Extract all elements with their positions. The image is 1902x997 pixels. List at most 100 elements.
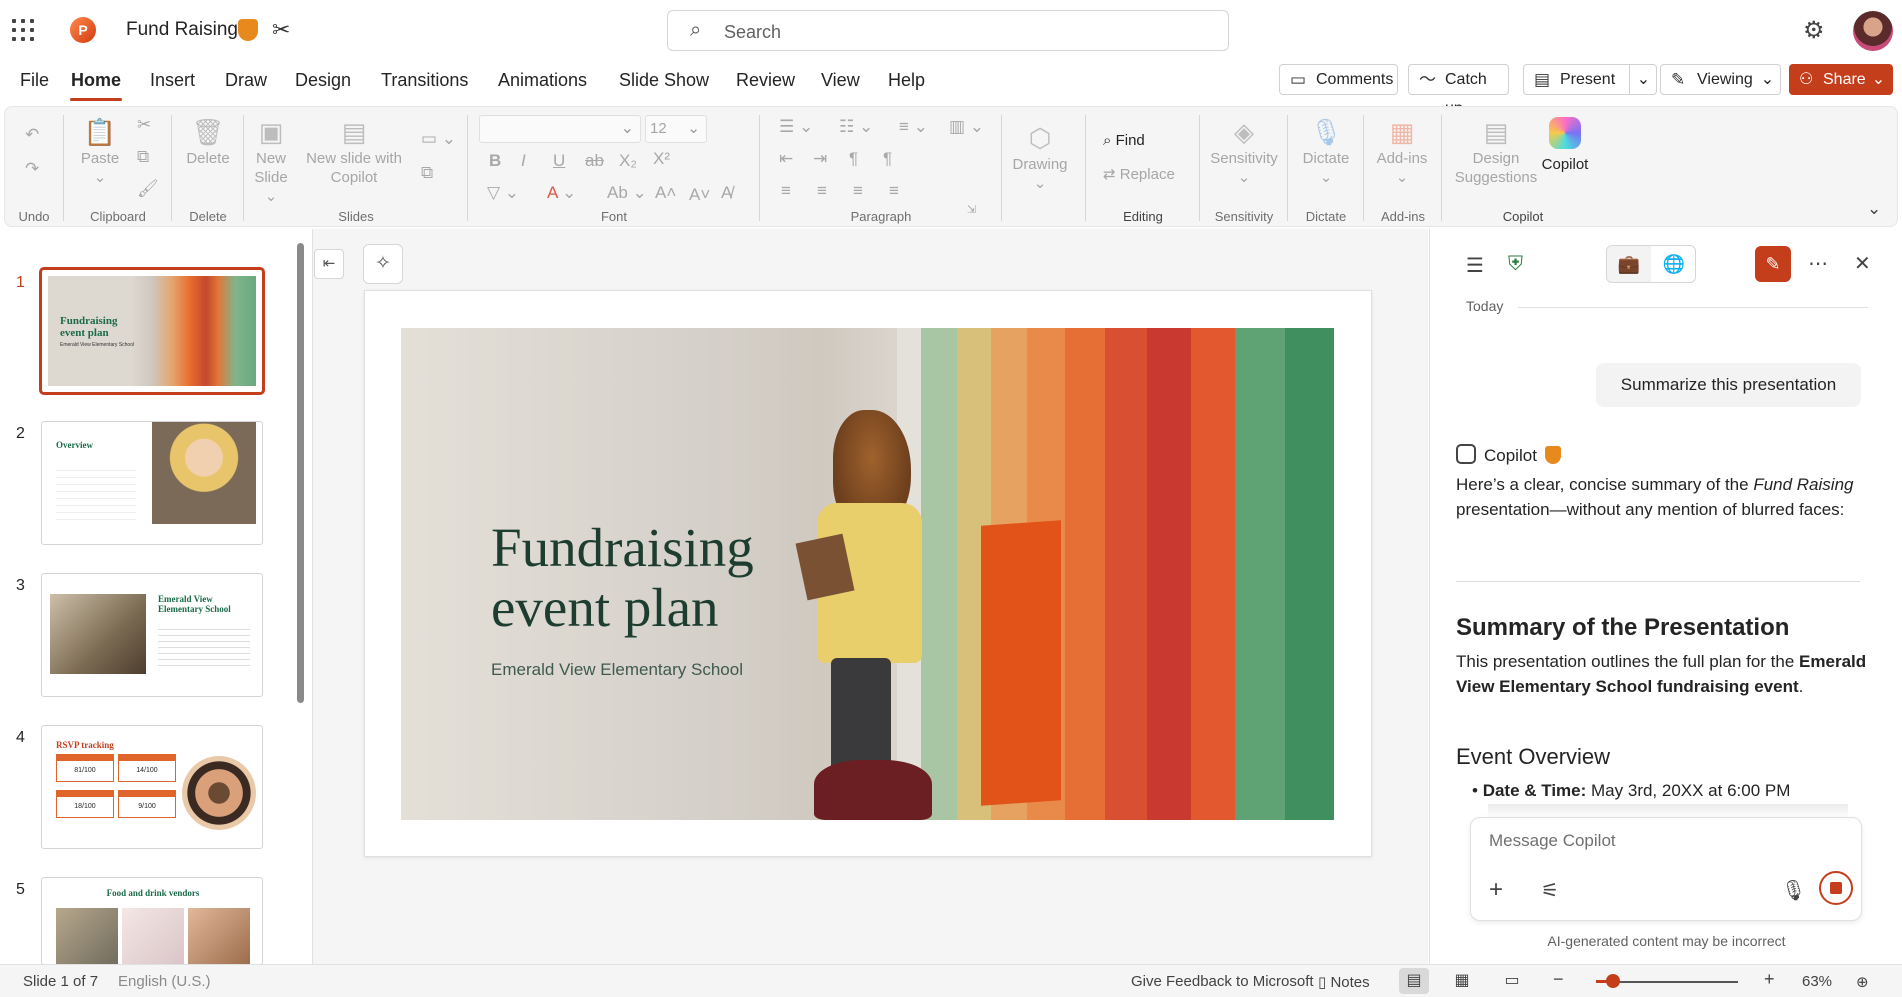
add-icon[interactable]: +	[1489, 876, 1503, 904]
undo-icon[interactable]: ↶	[25, 125, 39, 145]
zoom-slider-handle[interactable]	[1606, 974, 1620, 988]
shield-check-icon[interactable]: ⛨	[1508, 253, 1523, 276]
tab-view[interactable]: View	[821, 70, 860, 91]
current-slide[interactable]: Fundraising event plan Emerald View Elem…	[364, 290, 1372, 857]
comment-icon: ▭	[1290, 70, 1307, 89]
dictate-group: Dictate	[1289, 107, 1363, 228]
tab-insert[interactable]: Insert	[150, 70, 195, 91]
tab-help[interactable]: Help	[888, 70, 925, 91]
title-bar: P Fund Raising ✂ ⌕ Search ⚙	[0, 0, 1902, 62]
tab-review[interactable]: Review	[736, 70, 795, 91]
tab-home[interactable]: Home	[71, 70, 121, 91]
ribbon-collapse-chevron-icon[interactable]: ⌄	[1867, 199, 1881, 219]
chevron-down-icon: ⌄	[93, 169, 107, 186]
thumbnail-scrollbar[interactable]	[297, 243, 304, 703]
stop-generating-icon[interactable]	[1819, 871, 1853, 905]
tab-slide-show[interactable]: Slide Show	[619, 70, 709, 91]
present-button[interactable]: ▤ Present ⌄	[1523, 64, 1657, 95]
divider	[1456, 581, 1860, 582]
comments-button[interactable]: ▭ Comments	[1279, 64, 1398, 95]
drawing-button[interactable]: ⬡ Drawing ⌄	[1009, 121, 1071, 193]
fit-to-window-icon[interactable]: ⊕	[1856, 973, 1869, 991]
copy-icon[interactable]: ⧉	[137, 147, 149, 167]
layout-icon[interactable]: ▭ ⌄	[421, 129, 456, 149]
divider	[1363, 115, 1364, 221]
thumbnail-photo	[188, 908, 250, 964]
intro-emphasis: Fund Raising	[1753, 475, 1854, 494]
slide-subtitle[interactable]: Emerald View Elementary School	[491, 660, 743, 680]
divider	[1085, 115, 1086, 221]
divider	[1001, 115, 1002, 221]
more-options-icon[interactable]: ⋯	[1808, 251, 1828, 276]
zoom-out-icon[interactable]: −	[1553, 969, 1564, 990]
microphone-icon[interactable]: 🎙	[1781, 878, 1806, 903]
copilot-icon	[1456, 444, 1476, 464]
shapes-icon: ⬡	[1028, 123, 1052, 153]
chevron-down-icon[interactable]: ⌄	[1629, 65, 1657, 94]
viewing-mode-button[interactable]: ✎ Viewing ⌄	[1660, 64, 1781, 95]
thumbnail-title: Food and drink vendors	[106, 888, 200, 898]
tab-file[interactable]: File	[20, 70, 49, 91]
editing-group-label: Editing	[1123, 209, 1163, 224]
menu-icon[interactable]: ☰	[1466, 253, 1484, 278]
chevron-down-icon: ⌄	[1871, 71, 1886, 88]
thumbnail-slide-5[interactable]: Food and drink vendors	[41, 877, 263, 965]
tools-icon[interactable]: ✂	[272, 17, 290, 43]
tab-transitions[interactable]: Transitions	[381, 70, 468, 91]
new-slide-button[interactable]: ▣ New Slide ⌄	[249, 115, 293, 206]
zoom-in-icon[interactable]: +	[1764, 969, 1775, 990]
zoom-slider[interactable]	[1603, 981, 1738, 983]
share-button[interactable]: ⚇ Share ⌄	[1789, 64, 1893, 95]
thumbnail-title: RSVP tracking	[56, 740, 114, 750]
reading-view-icon[interactable]: ▭	[1497, 968, 1527, 994]
paste-icon: 📋	[83, 117, 117, 147]
thumbnail-slide-3[interactable]: Emerald View Elementary School	[41, 573, 263, 697]
locker	[1065, 328, 1105, 820]
language-indicator[interactable]: English (U.S.)	[118, 973, 211, 990]
chevron-down-icon: ⌄	[1033, 175, 1047, 192]
thumbnail-slide-1[interactable]: Fundraising event plan Emerald View Elem…	[39, 267, 265, 395]
thumbnail-cell: 81/100	[56, 760, 114, 782]
feedback-link[interactable]: Give Feedback to Microsoft	[1131, 973, 1314, 990]
new-slide-with-copilot-button[interactable]: ▤ New slide with Copilot	[303, 115, 405, 187]
slides-group-label: Slides	[338, 209, 374, 224]
summary-paragraph: This presentation outlines the full plan…	[1456, 649, 1876, 699]
catch-up-button[interactable]: 〜Catch up	[1408, 64, 1509, 117]
delete-button[interactable]: 🗑 Delete	[177, 115, 239, 168]
normal-view-icon[interactable]: ▤	[1399, 968, 1429, 994]
new-chat-icon[interactable]: ✎	[1755, 246, 1791, 282]
collapse-pane-icon[interactable]: ⇤	[314, 249, 344, 279]
web-globe-icon[interactable]: 🌐	[1653, 246, 1695, 282]
designer-wand-icon[interactable]: ✧	[363, 244, 403, 284]
notes-button[interactable]: ▯ Notes	[1318, 973, 1370, 991]
close-icon[interactable]: ✕	[1854, 251, 1871, 276]
work-briefcase-icon[interactable]: 💼	[1607, 246, 1651, 282]
divider	[1287, 115, 1288, 221]
zoom-level[interactable]: 63%	[1802, 973, 1832, 990]
avatar[interactable]	[1853, 11, 1893, 51]
duplicate-slide-icon[interactable]: ⧉	[421, 163, 433, 183]
document-title[interactable]: Fund Raising	[126, 19, 238, 41]
slide-sorter-icon[interactable]: ▦	[1447, 968, 1477, 994]
tab-design[interactable]: Design	[295, 70, 351, 91]
paragraph-group-label: Paragraph	[850, 209, 912, 224]
slide-title[interactable]: Fundraising event plan	[491, 518, 754, 638]
sensitivity-shield-icon[interactable]	[238, 19, 258, 41]
thumbnail-title: Emerald View Elementary School	[158, 594, 231, 614]
paste-button[interactable]: 📋 Paste ⌄	[77, 115, 123, 187]
search-input[interactable]: ⌕ Search	[667, 10, 1229, 51]
tab-animations[interactable]: Animations	[498, 70, 587, 91]
thumbnail-slide-2[interactable]: Overview	[41, 421, 263, 545]
message-copilot-input[interactable]: Message Copilot + ⚟ 🎙	[1470, 817, 1862, 921]
settings-sliders-icon[interactable]: ⚟	[1541, 878, 1559, 903]
tab-draw[interactable]: Draw	[225, 70, 267, 91]
cut-icon[interactable]: ✂	[137, 115, 151, 135]
settings-gear-icon[interactable]: ⚙	[1803, 16, 1825, 45]
redo-icon[interactable]: ↷	[25, 159, 39, 179]
thumbnail-photo	[56, 908, 118, 964]
app-launcher-icon[interactable]	[12, 19, 34, 41]
search-icon: ⌕	[690, 19, 702, 41]
copilot-mode-toggle[interactable]: 💼 🌐	[1606, 245, 1696, 283]
thumbnail-slide-4[interactable]: RSVP tracking 81/100 14/100 18/100 9/100	[41, 725, 263, 849]
format-painter-icon[interactable]: 🖌	[137, 179, 159, 199]
